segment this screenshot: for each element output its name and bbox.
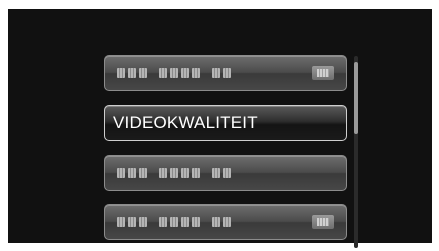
obscured-label-placeholder: [117, 68, 231, 78]
menu-scrollbar[interactable]: [354, 56, 358, 248]
value-setting-icon: [312, 215, 334, 229]
scrollbar-thumb[interactable]: [354, 62, 358, 134]
camera-menu-screen: VIDEOKWALITEIT: [8, 9, 432, 248]
menu-item-label: VIDEOKWALITEIT: [113, 113, 258, 132]
menu-item-videokwaliteit[interactable]: VIDEOKWALITEIT: [104, 105, 347, 141]
menu-item-4[interactable]: [104, 204, 347, 240]
menu-item-3[interactable]: [104, 155, 347, 191]
menu-item-1[interactable]: [104, 55, 347, 91]
obscured-label-placeholder: [117, 168, 231, 178]
obscured-label-placeholder: [117, 217, 231, 227]
value-setting-icon: [312, 66, 334, 80]
